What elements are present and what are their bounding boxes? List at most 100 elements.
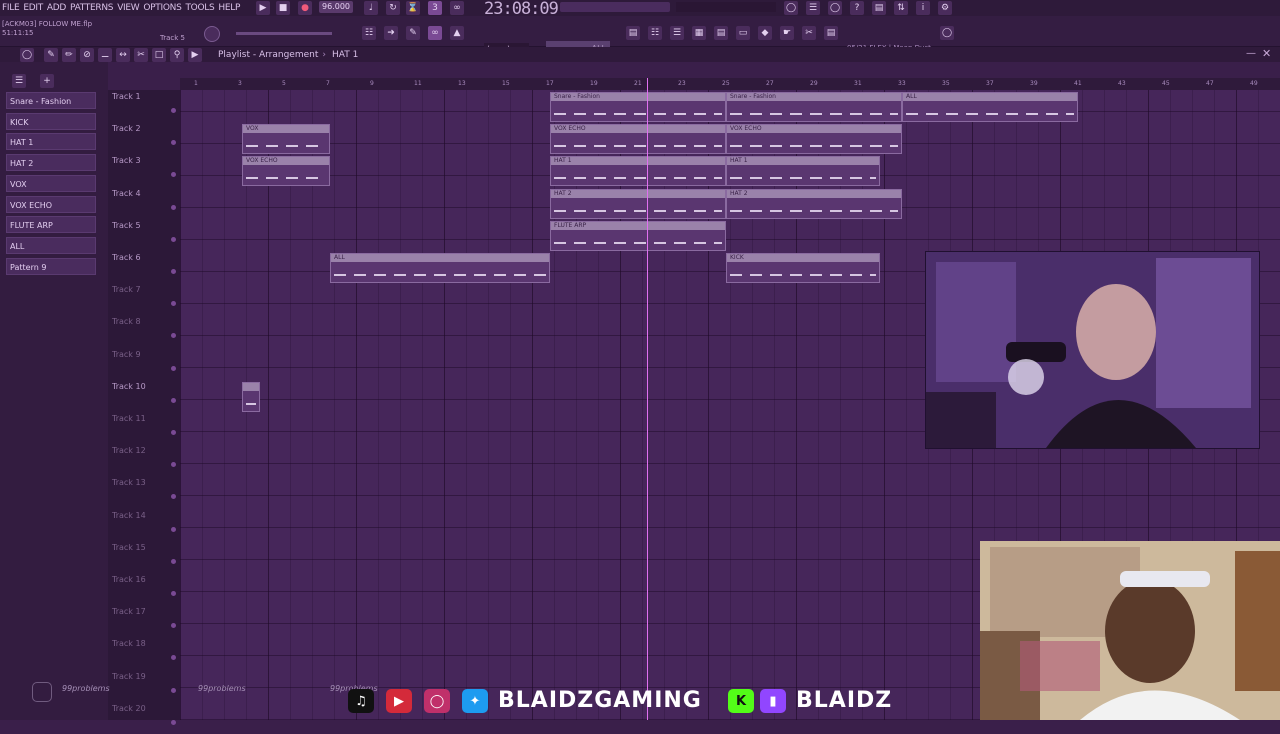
track-header[interactable]: Track 6 xyxy=(108,251,180,283)
track-mute-icon[interactable] xyxy=(171,236,176,242)
info-icon[interactable]: i xyxy=(916,1,930,15)
pattern-clip[interactable]: VOX ECHO xyxy=(726,124,902,155)
playhead[interactable] xyxy=(647,78,648,720)
select-tool-icon[interactable]: □ xyxy=(152,47,166,62)
pattern-clip[interactable]: Snare - Fashion xyxy=(726,92,902,122)
track-mute-icon[interactable] xyxy=(171,494,176,500)
track-mute-icon[interactable] xyxy=(171,301,176,307)
zoom-tool-icon[interactable]: ⚲ xyxy=(170,47,184,62)
track-mute-icon[interactable] xyxy=(171,269,176,274)
menu-view[interactable]: VIEW xyxy=(115,3,141,13)
track-mute-icon[interactable] xyxy=(171,397,176,403)
track-header[interactable]: Track 14 xyxy=(108,509,180,541)
picker-item[interactable]: FLUTE ARP xyxy=(6,216,96,234)
track-header[interactable]: Track 5 xyxy=(108,219,180,251)
mixer-view-icon[interactable]: ☰ xyxy=(670,26,684,40)
pattern-clip[interactable]: VOX ECHO xyxy=(550,124,726,155)
pattern-clip[interactable]: ALL xyxy=(330,253,550,283)
track-mute-icon[interactable] xyxy=(171,655,176,661)
record-button[interactable]: ● xyxy=(298,1,312,15)
track-mute-icon[interactable] xyxy=(171,108,176,113)
loop-icon[interactable]: ↻ xyxy=(386,1,400,15)
picker-item[interactable]: VOX ECHO xyxy=(6,195,96,213)
picker-item[interactable]: Snare - Fashion xyxy=(6,92,96,109)
pattern-clip[interactable]: HAT 2 xyxy=(726,188,902,219)
track-header[interactable]: Track 2 xyxy=(108,122,180,154)
stamp-icon[interactable]: ▲ xyxy=(450,26,464,40)
brush-icon[interactable]: ✎ xyxy=(406,26,420,40)
track-header[interactable]: Track 11 xyxy=(108,412,180,444)
track-mute-icon[interactable] xyxy=(171,333,176,339)
track-mute-icon[interactable] xyxy=(171,591,176,596)
channel-rack-icon[interactable]: ☷ xyxy=(648,26,662,40)
pattern-clip[interactable]: HAT 1 xyxy=(550,156,726,187)
render-icon[interactable]: ⇅ xyxy=(894,1,908,15)
picker-item[interactable]: KICK xyxy=(6,112,96,130)
blend-icon[interactable]: ∞ xyxy=(450,1,464,15)
track-header[interactable]: Track 8 xyxy=(108,315,180,347)
plugin-icon[interactable]: ◆ xyxy=(758,26,772,40)
pattern-clip[interactable]: VOX xyxy=(242,124,330,155)
menu-options[interactable]: OPTIONS xyxy=(141,3,183,13)
track-mute-icon[interactable] xyxy=(171,558,176,564)
hint-icon[interactable]: ◯ xyxy=(940,26,954,40)
track-header[interactable]: Track 18 xyxy=(108,637,180,669)
metronome-icon[interactable]: ♩ xyxy=(364,1,378,15)
track-header[interactable]: Track 12 xyxy=(108,444,180,476)
track-header[interactable]: Track 13 xyxy=(108,476,180,508)
countdown-icon[interactable]: 3 xyxy=(428,1,442,15)
track-header[interactable]: Track 4 xyxy=(108,187,180,219)
play-button[interactable]: ▶ xyxy=(256,1,270,15)
mic-icon[interactable]: ◯ xyxy=(828,1,842,15)
track-mute-icon[interactable] xyxy=(171,140,176,146)
track-mute-icon[interactable] xyxy=(171,623,176,629)
piano-roll-icon[interactable]: ☷ xyxy=(362,26,376,40)
menu-edit[interactable]: EDIT xyxy=(21,3,45,13)
track-header[interactable]: Track 1 xyxy=(108,90,180,122)
wait-icon[interactable]: ⌛ xyxy=(406,1,420,15)
playlist-icon[interactable]: ▤ xyxy=(626,26,640,40)
pattern-clip[interactable]: FLUTE ARP xyxy=(550,220,726,251)
tempo-display[interactable]: 96.000 xyxy=(319,1,353,13)
picker-view-icon[interactable]: ☰ xyxy=(12,74,26,88)
file-icon[interactable]: ▭ xyxy=(736,26,750,40)
pattern-clip[interactable]: HAT 2 xyxy=(550,188,726,219)
menu-help[interactable]: HELP xyxy=(216,3,242,13)
stop-button[interactable]: ■ xyxy=(276,1,290,15)
master-volume-knob[interactable] xyxy=(204,26,220,42)
save-icon[interactable]: ▤ xyxy=(872,1,886,15)
picker-item[interactable]: HAT 2 xyxy=(6,154,96,172)
pattern-clip[interactable]: HAT 1 xyxy=(726,156,880,187)
settings-icon[interactable]: ⚙ xyxy=(938,1,952,15)
track-mute-icon[interactable] xyxy=(171,365,176,371)
track-mute-icon[interactable] xyxy=(171,172,176,178)
slice-tool-icon[interactable]: ✂ xyxy=(134,47,148,62)
pattern-clip[interactable]: Snare - Fashion xyxy=(550,92,726,122)
master-pitch-slider[interactable] xyxy=(236,32,332,35)
menu-file[interactable]: FILE xyxy=(0,3,21,13)
draw-tool-icon[interactable]: ✎ xyxy=(44,47,58,62)
touch-icon[interactable]: ☛ xyxy=(780,26,794,40)
track-header[interactable]: Track 10 xyxy=(108,380,180,412)
timeline-ruler[interactable]: 1 3 5 7 9 11 13 15 17 19 21 23 25 27 29 31 33 35 37 39 41 43 4… xyxy=(180,78,1280,90)
paint-tool-icon[interactable]: ✏ xyxy=(62,47,76,62)
scissors-icon[interactable]: ✂ xyxy=(802,26,816,40)
track-header[interactable]: Track 16 xyxy=(108,573,180,605)
track-header[interactable]: Track 7 xyxy=(108,283,180,315)
mute-tool-icon[interactable]: ⚊ xyxy=(98,47,112,62)
picker-add-icon[interactable]: + xyxy=(40,74,54,88)
track-mute-icon[interactable] xyxy=(171,430,176,435)
track-header[interactable]: Track 17 xyxy=(108,605,180,637)
hint-panel-icon[interactable]: ▤ xyxy=(824,26,838,40)
close-icon[interactable]: ✕ xyxy=(1262,47,1271,60)
arrow-right-icon[interactable]: ➜ xyxy=(384,26,398,40)
snap-icon[interactable]: ◯ xyxy=(20,47,34,62)
pattern-clip[interactable]: VOX ECHO xyxy=(242,156,330,187)
track-mute-icon[interactable] xyxy=(171,462,176,468)
playback-tool-icon[interactable]: ▶ xyxy=(188,47,202,62)
picker-item[interactable]: Pattern 9 xyxy=(6,257,96,275)
track-mute-icon[interactable] xyxy=(171,719,176,725)
track-header[interactable]: Track 3 xyxy=(108,154,180,186)
menu-tools[interactable]: TOOLS xyxy=(183,3,216,13)
track-mute-icon[interactable] xyxy=(171,204,176,210)
